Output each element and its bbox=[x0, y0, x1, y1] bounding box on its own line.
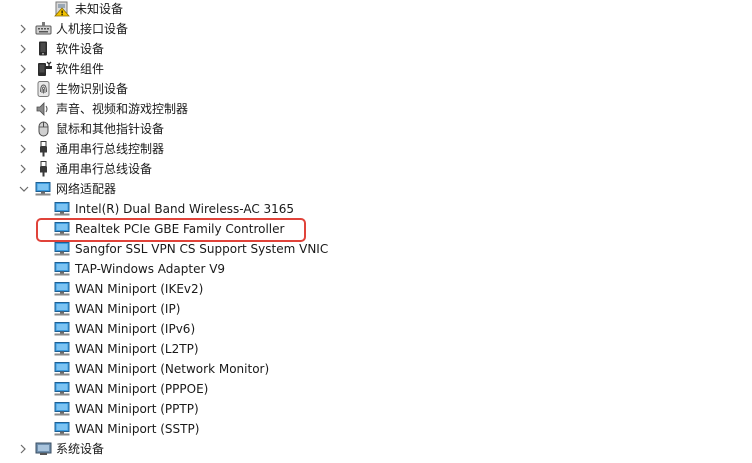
software-component-icon bbox=[35, 61, 52, 77]
tree-item-label: 鼠标和其他指针设备 bbox=[56, 122, 165, 136]
tree-item-label: WAN Miniport (SSTP) bbox=[75, 422, 200, 436]
mouse-icon bbox=[35, 121, 52, 137]
network-adapter-icon bbox=[54, 261, 71, 277]
chevron-right-icon[interactable] bbox=[18, 19, 28, 39]
tree-item-wan-l2tp[interactable]: WAN Miniport (L2TP) bbox=[0, 339, 752, 359]
network-adapter-icon bbox=[54, 221, 71, 237]
network-adapter-icon bbox=[54, 341, 71, 357]
network-adapter-icon bbox=[54, 241, 71, 257]
network-adapter-icon bbox=[54, 201, 71, 217]
tree-item-label: 网络适配器 bbox=[56, 182, 117, 196]
tree-item-label: WAN Miniport (Network Monitor) bbox=[75, 362, 270, 376]
network-adapter-icon bbox=[54, 301, 71, 317]
tree-item-label: WAN Miniport (PPPOE) bbox=[75, 382, 209, 396]
tree-item-label: WAN Miniport (IPv6) bbox=[75, 322, 196, 336]
tree-item-hid[interactable]: 人机接口设备 bbox=[0, 19, 752, 39]
chevron-right-icon[interactable] bbox=[18, 139, 28, 159]
tree-item-sangfor-vnic[interactable]: Sangfor SSL VPN CS Support System VNIC bbox=[0, 239, 752, 259]
tree-item-unknown-device[interactable]: 未知设备 bbox=[0, 0, 752, 19]
tree-item-label: 通用串行总线控制器 bbox=[56, 142, 165, 156]
tree-item-label: WAN Miniport (L2TP) bbox=[75, 342, 199, 356]
tree-item-tap-windows[interactable]: TAP-Windows Adapter V9 bbox=[0, 259, 752, 279]
chevron-down-icon[interactable] bbox=[18, 179, 29, 199]
chevron-right-icon[interactable] bbox=[18, 119, 28, 139]
tree-item-wan-ipv6[interactable]: WAN Miniport (IPv6) bbox=[0, 319, 752, 339]
tree-item-network-adapters[interactable]: 网络适配器 bbox=[0, 179, 752, 199]
tree-item-label: 软件组件 bbox=[56, 62, 105, 76]
tree-item-software-devices[interactable]: 软件设备 bbox=[0, 39, 752, 59]
tree-item-wan-ip[interactable]: WAN Miniport (IP) bbox=[0, 299, 752, 319]
tree-item-biometric[interactable]: 生物识别设备 bbox=[0, 79, 752, 99]
network-adapter-icon bbox=[54, 281, 71, 297]
usb-icon bbox=[35, 161, 52, 177]
network-adapter-icon bbox=[54, 401, 71, 417]
tree-item-sound-video[interactable]: 声音、视频和游戏控制器 bbox=[0, 99, 752, 119]
chevron-right-icon[interactable] bbox=[18, 39, 28, 59]
tree-item-intel-wireless[interactable]: Intel(R) Dual Band Wireless-AC 3165 bbox=[0, 199, 752, 219]
hid-keyboard-icon bbox=[35, 21, 52, 37]
software-device-icon bbox=[35, 41, 52, 57]
usb-icon bbox=[35, 141, 52, 157]
chevron-right-icon[interactable] bbox=[18, 79, 28, 99]
chevron-right-icon[interactable] bbox=[18, 59, 28, 79]
tree-item-label: 生物识别设备 bbox=[56, 82, 129, 96]
tree-item-label: 软件设备 bbox=[56, 42, 105, 56]
network-adapter-icon bbox=[54, 321, 71, 337]
tree-item-wan-network-monitor[interactable]: WAN Miniport (Network Monitor) bbox=[0, 359, 752, 379]
speaker-icon bbox=[35, 101, 52, 117]
tree-item-mice[interactable]: 鼠标和其他指针设备 bbox=[0, 119, 752, 139]
tree-item-label: Realtek PCIe GBE Family Controller bbox=[75, 222, 285, 236]
tree-item-label: TAP-Windows Adapter V9 bbox=[75, 262, 226, 276]
chevron-right-icon[interactable] bbox=[18, 99, 28, 119]
unknown-device-warning-icon bbox=[54, 1, 71, 17]
system-device-icon bbox=[35, 441, 52, 457]
tree-item-label: 系统设备 bbox=[56, 442, 105, 456]
tree-item-software-components[interactable]: 软件组件 bbox=[0, 59, 752, 79]
chevron-right-icon[interactable] bbox=[18, 159, 28, 179]
chevron-right-icon[interactable] bbox=[18, 439, 28, 459]
tree-item-label: 声音、视频和游戏控制器 bbox=[56, 102, 189, 116]
tree-item-usb-devices[interactable]: 通用串行总线设备 bbox=[0, 159, 752, 179]
tree-item-label: Intel(R) Dual Band Wireless-AC 3165 bbox=[75, 202, 295, 216]
tree-item-realtek-pcie[interactable]: Realtek PCIe GBE Family Controller bbox=[0, 219, 752, 239]
network-adapter-icon bbox=[54, 361, 71, 377]
tree-item-label: 通用串行总线设备 bbox=[56, 162, 153, 176]
device-manager-tree: 未知设备 人机接口设备 软件设备 软件组件 生物识别设备 声音、视频和游戏控制器… bbox=[0, 0, 752, 459]
tree-item-wan-sstp[interactable]: WAN Miniport (SSTP) bbox=[0, 419, 752, 439]
tree-item-usb-controllers[interactable]: 通用串行总线控制器 bbox=[0, 139, 752, 159]
tree-item-wan-pptp[interactable]: WAN Miniport (PPTP) bbox=[0, 399, 752, 419]
network-adapter-icon bbox=[54, 421, 71, 437]
tree-item-label: WAN Miniport (IP) bbox=[75, 302, 181, 316]
tree-item-system-devices[interactable]: 系统设备 bbox=[0, 439, 752, 459]
tree-item-label: WAN Miniport (IKEv2) bbox=[75, 282, 204, 296]
fingerprint-icon bbox=[35, 81, 52, 97]
tree-item-wan-pppoe[interactable]: WAN Miniport (PPPOE) bbox=[0, 379, 752, 399]
network-adapter-icon bbox=[54, 381, 71, 397]
tree-item-label: 未知设备 bbox=[75, 2, 124, 16]
tree-item-label: Sangfor SSL VPN CS Support System VNIC bbox=[75, 242, 329, 256]
network-adapter-icon bbox=[35, 181, 52, 197]
tree-item-label: WAN Miniport (PPTP) bbox=[75, 402, 199, 416]
tree-item-label: 人机接口设备 bbox=[56, 22, 129, 36]
tree-item-wan-ikev2[interactable]: WAN Miniport (IKEv2) bbox=[0, 279, 752, 299]
